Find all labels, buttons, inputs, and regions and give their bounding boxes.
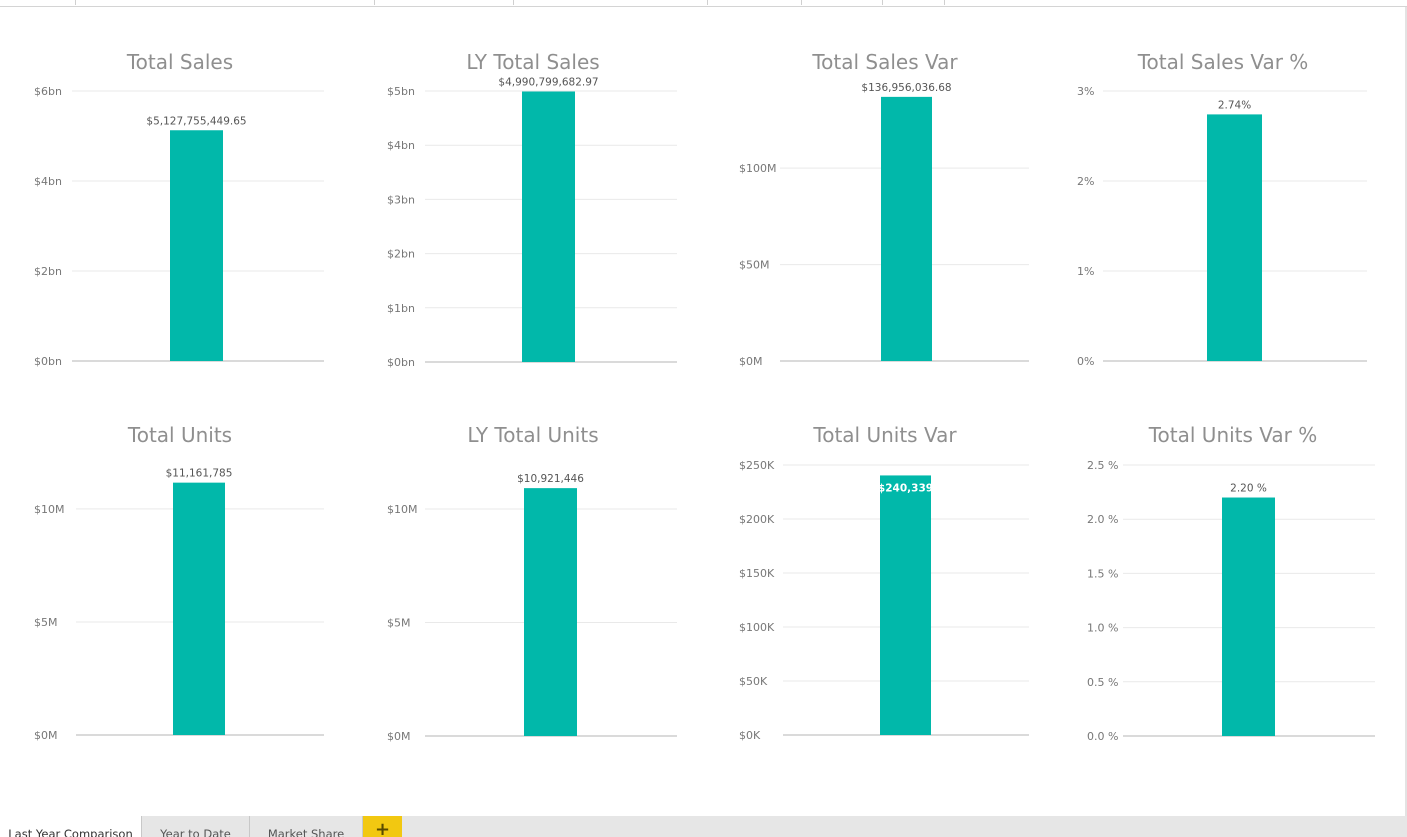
y-tick-label: $0bn xyxy=(34,355,62,368)
y-tick-label: 2.0 % xyxy=(1087,513,1118,526)
top-tab-strip xyxy=(0,0,1407,7)
y-tick-label: $150K xyxy=(739,567,775,580)
tab-year-to-date[interactable]: Year to Date xyxy=(142,816,250,837)
chart-total-sales-var-pct[interactable]: Total Sales Var % 0% 1% 2% 3% 2.74% xyxy=(1073,50,1373,380)
y-tick-label: 2% xyxy=(1077,175,1094,188)
tab-last-year-comparison[interactable]: Last Year Comparison xyxy=(0,816,142,837)
chart-plot: $0bn $1bn $2bn $3bn $4bn $5bn $4,990,799,682.9… xyxy=(387,76,677,369)
y-tick-label: $200K xyxy=(739,513,775,526)
y-tick-label: $5M xyxy=(387,617,411,630)
data-label: 2.20 % xyxy=(1230,483,1267,495)
bar xyxy=(881,96,932,362)
chart-plot: $0M $5M $10M $11,161,785 xyxy=(34,468,324,742)
y-tick-label: $0M xyxy=(34,729,58,742)
data-label: $11,161,785 xyxy=(166,468,233,480)
data-label: $10,921,446 xyxy=(517,473,584,485)
chart-plot: 0% 1% 2% 3% 2.74% xyxy=(1077,85,1367,368)
y-tick-label: $50M xyxy=(739,259,770,272)
y-tick-label: $3bn xyxy=(387,193,415,206)
page-tab-bar: Last Year Comparison Year to Date Market… xyxy=(0,816,1407,837)
y-tick-label: $5M xyxy=(34,616,58,629)
y-tick-label: $4bn xyxy=(34,175,62,188)
y-tick-label: $100M xyxy=(739,162,777,175)
y-tick-label: $0M xyxy=(739,355,763,368)
tab-market-share[interactable]: Market Share xyxy=(250,816,363,837)
y-tick-label: $5bn xyxy=(387,85,415,98)
add-page-button[interactable]: + xyxy=(363,816,402,837)
y-tick-label: $100K xyxy=(739,621,775,634)
bar xyxy=(173,482,225,735)
y-tick-label: 1.0 % xyxy=(1087,622,1118,635)
y-tick-label: $0M xyxy=(387,730,411,743)
y-tick-label: $50K xyxy=(739,675,768,688)
bar xyxy=(880,475,931,735)
y-tick-label: 0% xyxy=(1077,355,1094,368)
data-label: $4,990,799,682.97 xyxy=(498,76,598,88)
y-tick-label: $0bn xyxy=(387,356,415,369)
chart-plot: 0.0 % 0.5 % 1.0 % 1.5 % 2.0 % 2.5 % 2.20 % xyxy=(1087,459,1375,743)
data-label: $240,339 xyxy=(878,482,933,494)
bar xyxy=(1222,497,1275,736)
data-label: 2.74% xyxy=(1218,99,1251,111)
chart-ly-total-units[interactable]: LY Total Units $0M $5M $10M $10,921,446 xyxy=(383,423,683,753)
report-canvas: Total Sales $0bn $2bn $4bn $6bn $5,127,755,4… xyxy=(0,7,1407,816)
y-tick-label: 0.5 % xyxy=(1087,676,1118,689)
y-tick-label: $1bn xyxy=(387,302,415,315)
y-tick-label: 3% xyxy=(1077,85,1094,98)
bar xyxy=(524,488,577,736)
chart-total-units[interactable]: Total Units $0M $5M $10M $11,161,785 xyxy=(30,423,330,753)
y-tick-label: $10M xyxy=(34,503,65,516)
data-label: $136,956,036.68 xyxy=(861,82,951,94)
y-tick-label: $10M xyxy=(387,503,418,516)
bar xyxy=(522,91,575,362)
y-tick-label: $0K xyxy=(739,729,761,742)
chart-total-sales[interactable]: Total Sales $0bn $2bn $4bn $6bn $5,127,755,4… xyxy=(30,50,330,380)
y-tick-label: $4bn xyxy=(387,139,415,152)
y-tick-label: 0.0 % xyxy=(1087,730,1118,743)
chart-total-units-var[interactable]: Total Units Var $0K $50K $100K $150K $200K $2… xyxy=(735,423,1035,753)
chart-plot: $0bn $2bn $4bn $6bn $5,127,755,449.65 xyxy=(34,85,324,368)
bar xyxy=(1207,114,1262,362)
y-tick-label: $2bn xyxy=(34,265,62,278)
y-tick-label: 1% xyxy=(1077,265,1094,278)
chart-total-units-var-pct[interactable]: Total Units Var % 0.0 % 0.5 % 1.0 % 1.5 % 2.… xyxy=(1083,423,1383,753)
bar xyxy=(170,130,223,361)
y-tick-label: $6bn xyxy=(34,85,62,98)
chart-plot: $0K $50K $100K $150K $200K $250K $240,339 xyxy=(739,459,1029,742)
chart-plot: $0M $50M $100M $136,956,036.68 xyxy=(739,82,1029,368)
y-tick-label: 1.5 % xyxy=(1087,567,1118,580)
chart-plot: $0M $5M $10M $10,921,446 xyxy=(387,473,677,743)
y-tick-label: $2bn xyxy=(387,248,415,261)
data-label: $5,127,755,449.65 xyxy=(146,115,246,127)
y-tick-label: 2.5 % xyxy=(1087,459,1118,472)
chart-ly-total-sales[interactable]: LY Total Sales $0bn $1bn $2bn $3bn $4bn $5bn $… xyxy=(383,50,683,380)
y-tick-label: $250K xyxy=(739,459,775,472)
chart-total-sales-var[interactable]: Total Sales Var $0M $50M $100M $136,956,036… xyxy=(735,50,1035,380)
